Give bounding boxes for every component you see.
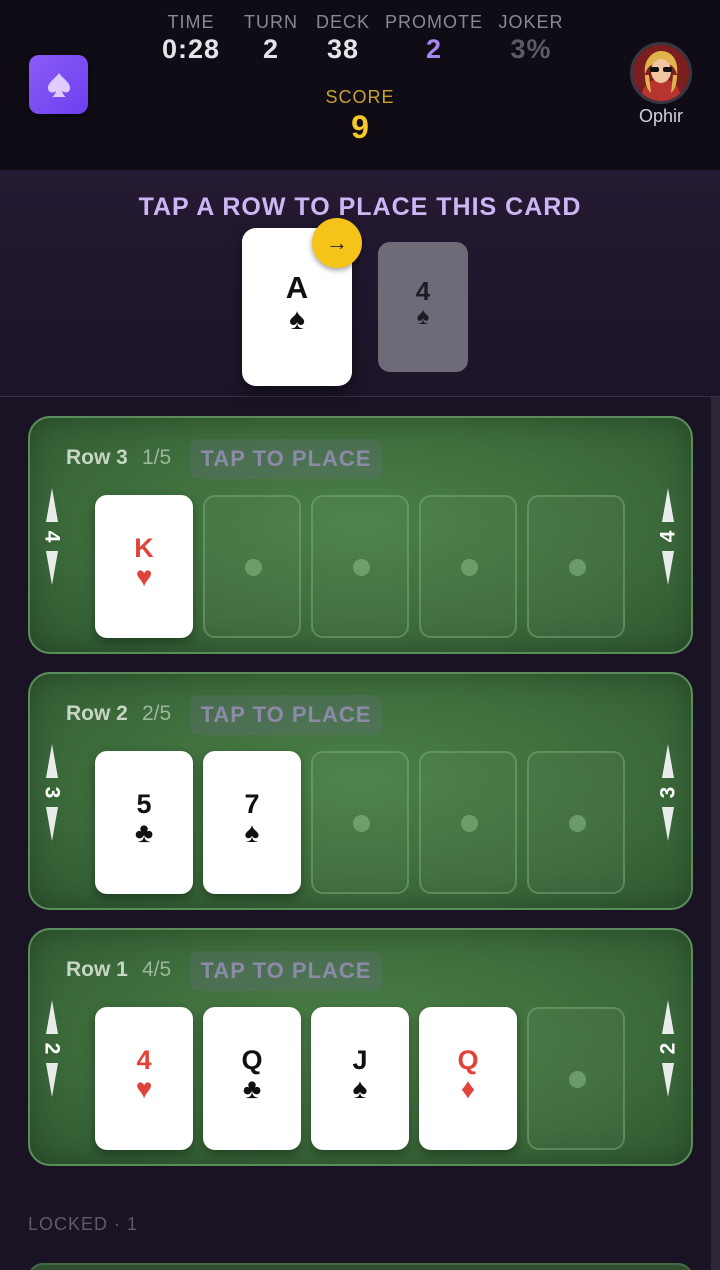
scrollbar[interactable]: [711, 397, 720, 1270]
stat-deck: DECK 38: [312, 12, 374, 65]
next-card-suit: ♠: [416, 303, 430, 330]
card-suit: ♥: [135, 561, 153, 592]
locked-row-panel: [28, 1263, 693, 1270]
avatar-image: [633, 45, 689, 101]
card-suit: ♥: [135, 1073, 153, 1104]
row-3[interactable]: Row 3 1/5 TAP TO PLACE 4 4 K ♥: [28, 416, 693, 654]
card-slot-filled: 5 ♣: [95, 751, 193, 894]
current-card-rank: A: [285, 270, 309, 305]
stat-turn-value: 2: [262, 34, 280, 64]
stat-time-label: TIME: [167, 12, 215, 32]
row-multiplier-left: 4: [40, 482, 64, 590]
score-label: SCORE: [325, 87, 395, 107]
stat-deck-label: DECK: [315, 12, 370, 32]
card-rank: 5: [136, 789, 152, 819]
card-slot-filled: J ♠: [311, 1007, 409, 1150]
card-slot-empty[interactable]: [527, 1007, 625, 1150]
tap-to-place-button[interactable]: TAP TO PLACE: [190, 439, 382, 479]
stat-turn-label: TURN: [244, 12, 298, 32]
card-rank: Q: [457, 1045, 479, 1075]
multiplier-value: 2: [40, 1042, 64, 1054]
card-rank: 7: [244, 789, 260, 819]
score-value: 9: [351, 109, 369, 145]
card-suit: ♦: [460, 1073, 476, 1104]
row-2[interactable]: Row 2 2/5 TAP TO PLACE 3 3 5 ♣ 7 ♠: [28, 672, 693, 910]
card-slot-empty[interactable]: [311, 751, 409, 894]
player-name: Ophir: [638, 106, 683, 126]
card-rank: 4: [136, 1045, 152, 1075]
card-slot-filled: K ♥: [95, 495, 193, 638]
stat-deck-value: 38: [326, 34, 360, 64]
multiplier-value: 3: [656, 786, 680, 798]
row-multiplier-right: 3: [656, 738, 680, 846]
card-suit: ♠: [352, 1073, 368, 1104]
card-suit: ♣: [242, 1073, 262, 1104]
card-slot-filled: 7 ♠: [203, 751, 301, 894]
row-count: 2/5: [142, 702, 172, 725]
game-screen: TIME 0:28 TURN 2 DECK 38 PROMOTE 2 JOKER…: [0, 0, 720, 1270]
row-count: 1/5: [142, 446, 172, 469]
multiplier-value: 3: [40, 786, 64, 798]
row-multiplier-left: 2: [40, 994, 64, 1102]
card-slot-empty[interactable]: [527, 495, 625, 638]
next-card-rank: 4: [415, 276, 431, 306]
row-multiplier-right: 4: [656, 482, 680, 590]
multiplier-value: 4: [656, 530, 680, 542]
player-avatar[interactable]: [630, 42, 692, 104]
stat-promote: PROMOTE 2: [384, 12, 484, 65]
card-rank: Q: [241, 1045, 263, 1075]
tap-to-place-button[interactable]: TAP TO PLACE: [190, 695, 382, 735]
card-slot-filled: Q ♦: [419, 1007, 517, 1150]
card-rank: J: [352, 1045, 368, 1075]
score-display: SCORE 9: [310, 87, 410, 146]
locked-rows-label: LOCKED · 1: [28, 1214, 139, 1234]
stat-time-value: 0:28: [161, 34, 221, 64]
card-slot-empty[interactable]: [419, 751, 517, 894]
tap-to-place-button[interactable]: TAP TO PLACE: [190, 951, 382, 991]
app-logo-button[interactable]: [29, 55, 88, 114]
row-count: 4/5: [142, 958, 172, 981]
stat-turn: TURN 2: [240, 12, 302, 65]
row-title: Row 2: [66, 702, 128, 725]
card-slot-empty[interactable]: [419, 495, 517, 638]
row-1[interactable]: Row 1 4/5 TAP TO PLACE 2 2 4 ♥ Q ♣ J ♠ Q…: [28, 928, 693, 1166]
stat-promote-value: 2: [425, 34, 443, 64]
spade-icon: [47, 72, 70, 97]
top-bar: TIME 0:28 TURN 2 DECK 38 PROMOTE 2 JOKER…: [0, 0, 720, 170]
multiplier-value: 2: [656, 1042, 680, 1054]
stat-time: TIME 0:28: [150, 12, 232, 65]
card-slot-empty[interactable]: [203, 495, 301, 638]
arrow-right-icon: →: [312, 218, 362, 268]
row-multiplier-right: 2: [656, 994, 680, 1102]
card-slot-empty[interactable]: [527, 751, 625, 894]
stat-joker: JOKER 3%: [495, 12, 567, 65]
instruction-text: TAP A ROW TO PLACE THIS CARD: [138, 193, 582, 221]
row-title: Row 3: [66, 446, 128, 469]
card-slot-filled: 4 ♥: [95, 1007, 193, 1150]
card-suit: ♣: [134, 817, 154, 848]
multiplier-value: 4: [40, 530, 64, 542]
card-slot-empty[interactable]: [311, 495, 409, 638]
row-multiplier-left: 3: [40, 738, 64, 846]
card-suit: ♠: [244, 817, 260, 848]
card-slot-filled: Q ♣: [203, 1007, 301, 1150]
row-title: Row 1: [66, 958, 128, 981]
stat-promote-label: PROMOTE: [384, 12, 483, 32]
stat-joker-label: JOKER: [498, 12, 564, 32]
next-card: 4 ♠: [378, 242, 468, 372]
card-rank: K: [134, 533, 154, 563]
current-card-suit: ♠: [289, 303, 305, 336]
stat-joker-value: 3%: [510, 34, 552, 64]
